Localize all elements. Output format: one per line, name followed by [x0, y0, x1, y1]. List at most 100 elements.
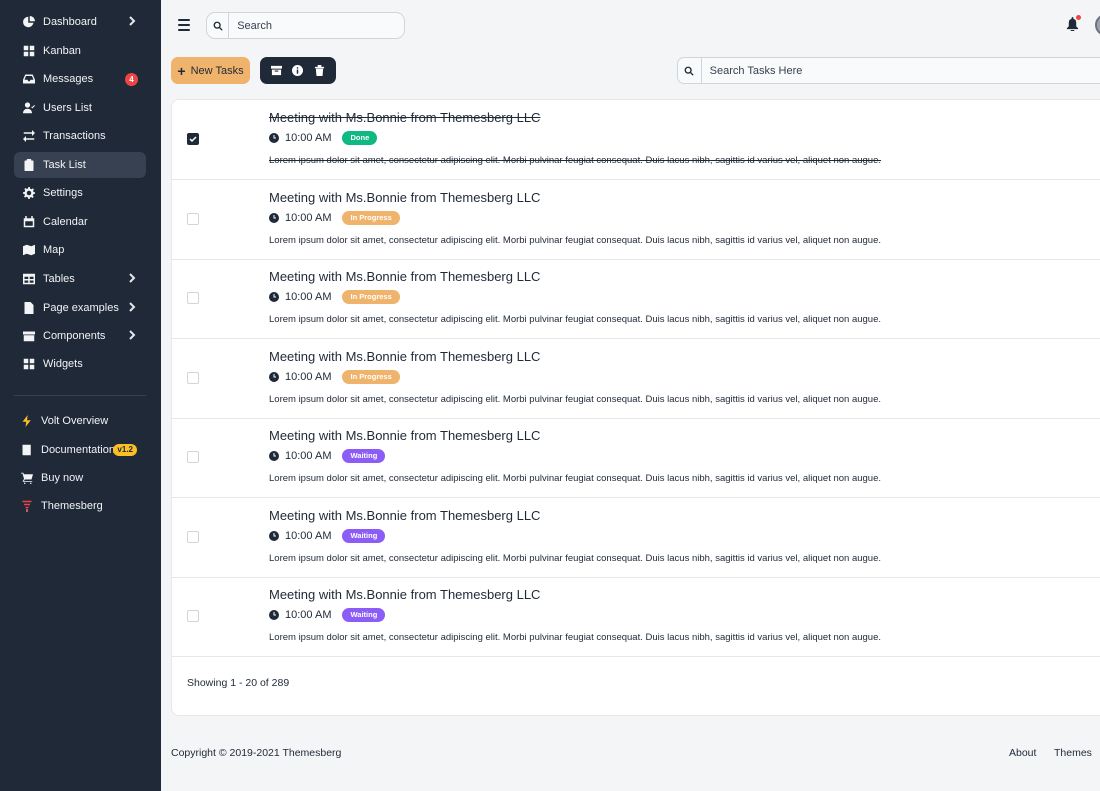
global-search-input[interactable]: [229, 19, 404, 32]
task-title[interactable]: Meeting with Ms.Bonnie from Themesberg L…: [269, 349, 540, 364]
sidebar-item-map[interactable]: Map: [14, 237, 146, 263]
avatar[interactable]: [1095, 14, 1100, 36]
pagination-info: Showing 1 - 20 of 289: [187, 677, 290, 689]
sidebar-item-label: Volt Overview: [41, 415, 109, 427]
sidebar-item-label: Users List: [43, 102, 92, 114]
new-tasks-label: New Tasks: [190, 64, 244, 77]
search-icon: [678, 58, 702, 83]
status-badge: Done: [342, 131, 378, 145]
task-time: 10:00 AM: [285, 132, 332, 144]
sidebar-item-messages[interactable]: Messages 4: [14, 66, 146, 92]
task-time: 10:00 AM: [285, 530, 332, 542]
task-item[interactable]: Meeting with Ms.Bonnie from Themesberg L…: [172, 498, 1100, 578]
footer-link-about[interactable]: About: [1009, 747, 1036, 759]
sidebar-item-transactions[interactable]: Transactions: [14, 123, 146, 149]
sidebar-item-label: Settings: [43, 187, 83, 199]
sidebar-item-buy-now[interactable]: Buy now: [14, 465, 146, 491]
footer-copyright: Copyright © 2019-2021 Themesberg: [171, 747, 342, 759]
task-checkbox[interactable]: [187, 372, 199, 384]
task-item[interactable]: Meeting with Ms.Bonnie from Themesberg L…: [172, 339, 1100, 419]
sidebar-item-kanban[interactable]: Kanban: [14, 38, 146, 64]
task-title[interactable]: Meeting with Ms.Bonnie from Themesberg L…: [269, 190, 540, 205]
sidebar: Dashboard Kanban Messages 4 Users List T…: [0, 0, 161, 791]
sidebar-item-label: Documentation: [41, 444, 115, 456]
archive-icon[interactable]: [270, 64, 284, 78]
info-icon[interactable]: [291, 64, 305, 78]
sidebar-item-dashboard[interactable]: Dashboard: [14, 9, 146, 35]
sidebar-item-label: Messages: [43, 73, 94, 85]
clock-icon: [269, 451, 279, 461]
chevron-right-icon: [128, 16, 138, 28]
sidebar-item-settings[interactable]: Settings: [14, 180, 146, 206]
task-checkbox[interactable]: [187, 451, 199, 463]
sidebar-item-label: Themesberg: [41, 500, 103, 512]
sidebar-item-label: Widgets: [43, 358, 83, 370]
task-checkbox[interactable]: [187, 531, 199, 543]
task-meta: 10:00 AM Waiting: [269, 449, 386, 463]
user-icon: [22, 102, 35, 115]
task-item[interactable]: Meeting with Ms.Bonnie from Themesberg L…: [172, 180, 1100, 260]
unread-count-badge: 4: [125, 73, 138, 86]
sidebar-item-users-list[interactable]: Users List: [14, 95, 146, 121]
chevron-right-icon: [128, 302, 138, 314]
plus-icon: +: [177, 62, 186, 79]
clipboard-icon: [22, 159, 35, 172]
footer-link-themes[interactable]: Themes: [1054, 747, 1092, 759]
task-meta: 10:00 AM In Progress: [269, 290, 400, 304]
task-meta: 10:00 AM Waiting: [269, 529, 386, 543]
task-title[interactable]: Meeting with Ms.Bonnie from Themesberg L…: [269, 428, 540, 443]
map-icon: [22, 244, 35, 257]
task-search-input[interactable]: [701, 64, 1100, 77]
sidebar-item-label: Calendar: [43, 216, 88, 228]
new-tasks-button[interactable]: + New Tasks: [171, 57, 250, 84]
task-checkbox[interactable]: [187, 610, 199, 622]
task-checkbox[interactable]: [187, 213, 199, 225]
sidebar-item-label: Map: [43, 244, 65, 256]
transactions-icon: [22, 130, 35, 143]
task-time: 10:00 AM: [285, 212, 332, 224]
task-time: 10:00 AM: [285, 291, 332, 303]
status-badge: In Progress: [342, 370, 400, 384]
clock-icon: [269, 372, 279, 382]
task-title[interactable]: Meeting with Ms.Bonnie from Themesberg L…: [269, 110, 540, 125]
clock-icon: [269, 292, 279, 302]
task-item[interactable]: Meeting with Ms.Bonnie from Themesberg L…: [172, 259, 1100, 339]
status-badge: Waiting: [342, 529, 386, 543]
task-meta: 10:00 AM In Progress: [269, 211, 400, 225]
task-item[interactable]: Meeting with Ms.Bonnie from Themesberg L…: [172, 100, 1100, 180]
sidebar-item-components[interactable]: Components: [14, 323, 146, 349]
task-title[interactable]: Meeting with Ms.Bonnie from Themesberg L…: [269, 508, 540, 523]
task-title[interactable]: Meeting with Ms.Bonnie from Themesberg L…: [269, 269, 540, 284]
task-item[interactable]: Meeting with Ms.Bonnie from Themesberg L…: [172, 577, 1100, 657]
trash-icon[interactable]: [312, 64, 326, 78]
notification-dot: [1076, 15, 1081, 20]
sidebar-item-tables[interactable]: Tables: [14, 266, 146, 292]
grid-icon: [22, 45, 35, 58]
task-title[interactable]: Meeting with Ms.Bonnie from Themesberg L…: [269, 587, 540, 602]
task-meta: 10:00 AM Done: [269, 131, 378, 145]
task-time: 10:00 AM: [285, 371, 332, 383]
sidebar-item-widgets[interactable]: Widgets: [14, 351, 146, 377]
task-list-card: Meeting with Ms.Bonnie from Themesberg L…: [171, 99, 1100, 716]
cart-icon: [20, 472, 33, 485]
task-description: Lorem ipsum dolor sit amet, consectetur …: [269, 553, 882, 564]
task-checkbox[interactable]: [187, 292, 199, 304]
sidebar-item-label: Tables: [43, 273, 75, 285]
sidebar-item-themesberg[interactable]: Themesberg: [14, 493, 146, 519]
task-description: Lorem ipsum dolor sit amet, consectetur …: [269, 473, 882, 484]
sidebar-item-page-examples[interactable]: Page examples: [14, 295, 146, 321]
sidebar-item-volt-overview[interactable]: Volt Overview: [14, 408, 146, 434]
sidebar-item-documentation[interactable]: Documentation v1.2: [14, 437, 146, 463]
menu-toggle-icon[interactable]: [178, 19, 191, 32]
task-meta: 10:00 AM In Progress: [269, 370, 400, 384]
task-checkbox[interactable]: [187, 133, 199, 145]
gear-icon: [22, 187, 35, 200]
sidebar-item-task-list[interactable]: Task List: [14, 152, 146, 178]
task-item[interactable]: Meeting with Ms.Bonnie from Themesberg L…: [172, 418, 1100, 498]
sidebar-item-label: Dashboard: [43, 16, 97, 28]
archive-icon: [22, 330, 35, 343]
inbox-icon: [22, 73, 35, 86]
sidebar-item-calendar[interactable]: Calendar: [14, 209, 146, 235]
table-icon: [22, 273, 35, 286]
task-description: Lorem ipsum dolor sit amet, consectetur …: [269, 314, 882, 325]
